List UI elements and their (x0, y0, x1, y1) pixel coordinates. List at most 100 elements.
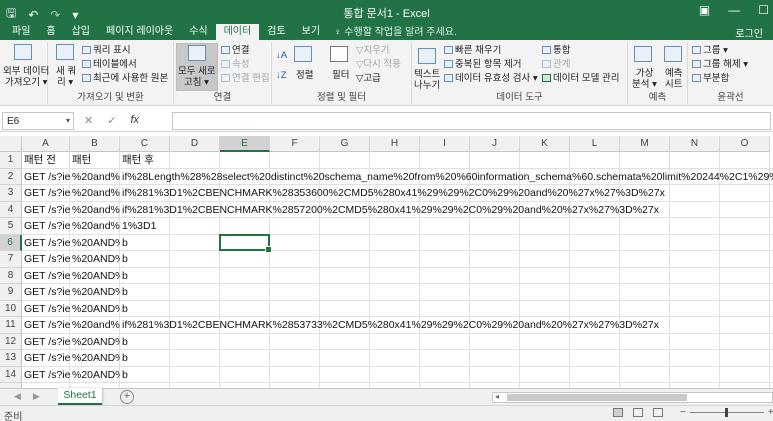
page-layout-view-icon[interactable] (633, 408, 643, 417)
advanced-button[interactable]: ▽고급 (356, 73, 381, 84)
cell-c14[interactable]: b (120, 367, 128, 384)
tab-review[interactable]: 검토 (259, 24, 293, 40)
clear-button[interactable]: ▽지우기 (356, 45, 390, 56)
new-query-button-line2[interactable]: 리 ▾ (57, 77, 73, 88)
ungroup-button[interactable]: 그룹 해제 ▾ (692, 59, 748, 70)
cell-c12[interactable]: b (120, 334, 128, 351)
external-data-button-line1[interactable]: 외부 데이터 (3, 66, 49, 77)
name-box-dropdown-icon[interactable]: ▾ (66, 116, 70, 125)
row-header-14[interactable]: 14 (0, 366, 22, 383)
refresh-all-button-line1[interactable]: 모두 새로 (178, 66, 216, 77)
cell-a4[interactable]: GET /s?ie= (22, 202, 70, 219)
cell-a1[interactable]: 패턴 전 (22, 152, 70, 169)
tab-formulas[interactable]: 수식 (181, 24, 215, 40)
page-break-view-icon[interactable] (653, 408, 663, 417)
scroll-left-icon[interactable]: ◂ (495, 392, 499, 401)
zoom-slider-knob[interactable] (724, 408, 728, 417)
row-header-13[interactable]: 13 (0, 350, 22, 367)
column-header-d[interactable]: D (170, 136, 220, 152)
cell-c11[interactable]: if%281%3D1%2CBENCHMARK%2853733%2CMD5%280… (120, 317, 659, 334)
cell-a11[interactable]: GET /s?ie= (22, 317, 70, 334)
group-button[interactable]: 그룹 ▾ (692, 45, 728, 56)
cell-b6[interactable]: %20AND% (70, 235, 120, 252)
cell-a6[interactable]: GET /s?ie= (22, 235, 70, 252)
cell-b7[interactable]: %20AND% (70, 251, 120, 268)
row-header-11[interactable]: 11 (0, 317, 22, 334)
text-to-columns-line1[interactable]: 텍스트 (414, 69, 440, 80)
cell-a13[interactable]: GET /s?ie= (22, 350, 70, 367)
tab-data[interactable]: 데이터 (215, 24, 260, 40)
forecast-sheet-line1[interactable]: 예측 (665, 68, 682, 79)
row-header-9[interactable]: 9 (0, 284, 22, 301)
cell-c2[interactable]: if%28Length%28%28select%20distinct%20sch… (120, 169, 773, 186)
cell-c8[interactable]: b (120, 268, 128, 285)
worksheet-grid[interactable]: ABCDEFGHIJKLMNO1패턴 전패턴패턴 후2GET /s?ie=%20… (0, 136, 773, 388)
insert-function-icon[interactable]: fx (130, 114, 139, 127)
filter-button[interactable]: 필터 (332, 70, 349, 81)
zoom-slider[interactable] (689, 408, 764, 417)
cell-a2[interactable]: GET /s?ie= (22, 169, 70, 186)
cell-a9[interactable]: GET /s?ie= (22, 284, 70, 301)
cell-b10[interactable]: %20AND% (70, 301, 120, 318)
row-header-7[interactable]: 7 (0, 251, 22, 268)
enter-icon[interactable]: ✓ (107, 114, 116, 127)
row-header-8[interactable]: 8 (0, 267, 22, 284)
new-query-button-line1[interactable]: 새 쿼 (56, 66, 76, 77)
cell-a10[interactable]: GET /s?ie= (22, 301, 70, 318)
cell-b14[interactable]: %20AND% (70, 367, 120, 384)
row-header-5[interactable]: 5 (0, 218, 22, 235)
cell-a14[interactable]: GET /s?ie= (22, 367, 70, 384)
reapply-button[interactable]: ▽다시 적용 (356, 59, 401, 70)
column-header-k[interactable]: K (520, 136, 570, 152)
row-header-6[interactable]: 6 (0, 234, 22, 251)
add-sheet-button[interactable]: + (120, 390, 134, 404)
cell-b11[interactable]: %20and% (70, 317, 120, 334)
sheet-next-icon[interactable]: ▶ (33, 391, 40, 402)
cancel-icon[interactable]: ✕ (84, 114, 93, 127)
name-box[interactable]: E6 ▾ (2, 112, 74, 130)
cell-b2[interactable]: %20and% (70, 169, 120, 186)
flash-fill-button[interactable]: 빠른 채우기 (444, 45, 501, 56)
tab-home[interactable]: 홈 (38, 24, 63, 40)
cell-b4[interactable]: %20and% (70, 202, 120, 219)
column-header-f[interactable]: F (270, 136, 320, 152)
show-query-button[interactable]: 쿼리 표시 (82, 45, 131, 56)
sheet-tab-sheet1[interactable]: Sheet1 (58, 388, 102, 405)
from-table-button[interactable]: 테이블에서 (82, 59, 137, 70)
tab-insert[interactable]: 삽입 (64, 24, 98, 40)
recent-sources-button[interactable]: 최근에 사용한 원본 (82, 73, 168, 84)
sort-desc-icon[interactable]: ↓Z (276, 70, 287, 81)
properties-button[interactable]: 속성 (221, 59, 249, 70)
row-header-4[interactable]: 4 (0, 201, 22, 218)
tell-me-search[interactable]: ♀ 수행할 작업을 알려 주세요. (334, 25, 457, 40)
active-cell-border[interactable] (219, 233, 272, 253)
what-if-line1[interactable]: 가상 (636, 68, 653, 79)
zoom-in-button[interactable]: + (768, 407, 773, 418)
login-link[interactable]: 로그인 (735, 25, 763, 40)
row-header-10[interactable]: 10 (0, 300, 22, 317)
sheet-prev-icon[interactable]: ◀ (14, 391, 21, 402)
data-model-button[interactable]: 데이터 모델 관리 (542, 73, 619, 84)
column-header-e[interactable]: E (220, 136, 270, 152)
row-header-12[interactable]: 12 (0, 333, 22, 350)
minimize-icon[interactable]: — (728, 3, 740, 17)
cell-c1[interactable]: 패턴 후 (120, 152, 154, 169)
edit-links-button[interactable]: 연결 편집 (221, 73, 270, 84)
cell-c5[interactable]: 1%3D1 (120, 218, 156, 235)
cell-c13[interactable]: b (120, 350, 128, 367)
relationships-button[interactable]: 관계 (542, 59, 570, 70)
horizontal-scrollbar[interactable]: ◂ (492, 392, 773, 403)
formula-input[interactable] (172, 112, 771, 130)
column-header-i[interactable]: I (420, 136, 470, 152)
subtotal-button[interactable]: 부분합 (692, 73, 729, 84)
cell-c4[interactable]: if%281%3D1%2CBENCHMARK%2857200%2CMD5%280… (120, 202, 659, 219)
column-header-b[interactable]: B (70, 136, 120, 152)
cell-a7[interactable]: GET /s?ie= (22, 251, 70, 268)
select-all-corner[interactable] (0, 136, 22, 152)
tab-page-layout[interactable]: 페이지 레이아웃 (98, 24, 181, 40)
data-validation-button[interactable]: 데이터 유효성 검사 ▾ (444, 73, 538, 84)
cell-c6[interactable]: b (120, 235, 128, 252)
column-header-n[interactable]: N (670, 136, 720, 152)
consolidate-button[interactable]: 통합 (542, 45, 570, 56)
normal-view-icon[interactable] (613, 408, 623, 417)
